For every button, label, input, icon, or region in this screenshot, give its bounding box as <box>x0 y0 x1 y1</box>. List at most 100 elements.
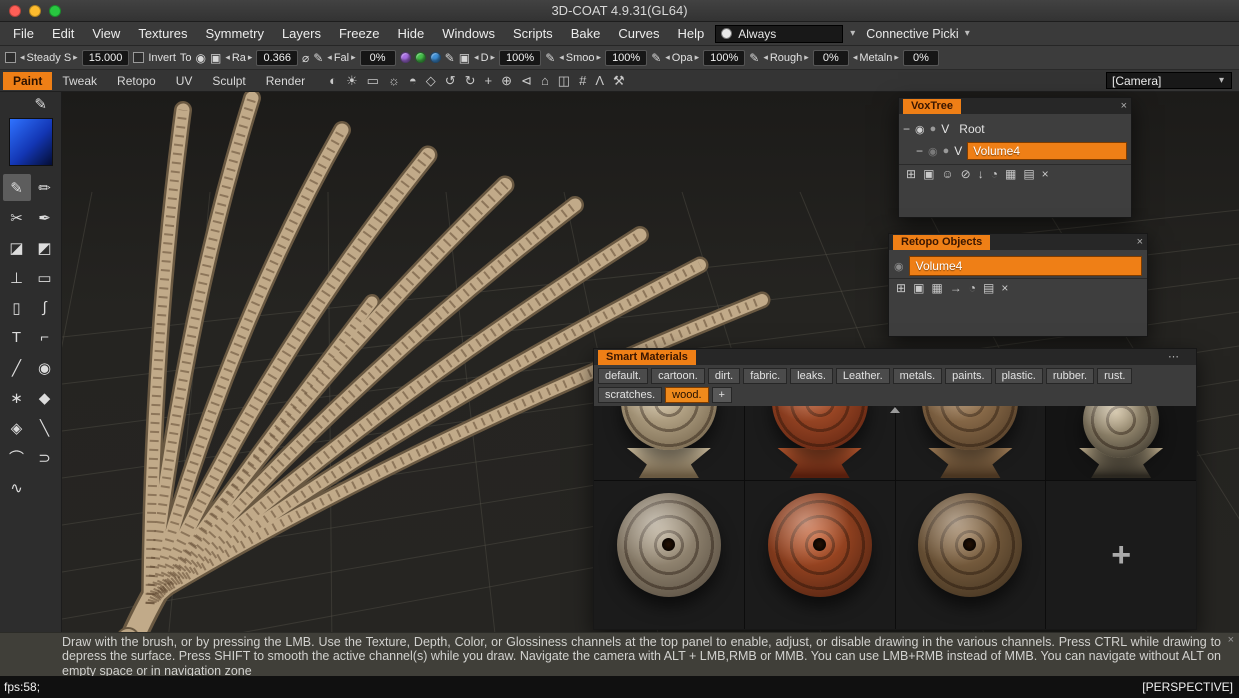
export-icon[interactable]: ▤ <box>1023 168 1034 180</box>
menu-edit[interactable]: Edit <box>43 26 83 41</box>
mask-tool[interactable]: ✂ <box>3 204 31 231</box>
shader-ball-icon[interactable]: ● <box>943 145 950 157</box>
rotate-cw-icon[interactable]: ↻ <box>465 74 476 87</box>
zoom-window-button[interactable] <box>49 5 61 17</box>
visibility-icon[interactable]: ◉ <box>928 145 938 158</box>
menu-scripts[interactable]: Scripts <box>504 26 562 41</box>
stepper-right-arrow[interactable]: ▸ <box>73 52 78 63</box>
add-material-tab-button[interactable]: + <box>712 387 732 403</box>
material-swatch-wood-mahogany[interactable] <box>745 406 895 480</box>
material-tab-dirt[interactable]: dirt. <box>708 368 740 384</box>
scroll-up-icon[interactable] <box>890 407 900 413</box>
material-tab-plastic[interactable]: plastic. <box>995 368 1043 384</box>
radius-value[interactable]: 0.366 <box>256 50 298 66</box>
ortho-icon[interactable]: ◇ <box>426 74 436 87</box>
add-material-cell[interactable]: + <box>1046 481 1196 629</box>
pen-tool[interactable]: ✒ <box>31 204 59 231</box>
lock-icon[interactable]: ▣ <box>210 52 221 64</box>
measure-tool[interactable]: ∿ <box>3 474 31 501</box>
purple-ball-icon[interactable] <box>400 52 411 63</box>
grid-icon[interactable]: ▦ <box>931 282 942 294</box>
opacity-pencil-icon[interactable]: ✎ <box>651 52 661 64</box>
stepper-left-arrow[interactable]: ◂ <box>763 52 768 63</box>
always-dropdown-arrow[interactable]: ▾ <box>848 28 857 39</box>
material-tab-fabric[interactable]: fabric. <box>743 368 787 384</box>
material-tab-metals[interactable]: metals. <box>893 368 942 384</box>
roughness-stepper[interactable]: ◂Rough▸ <box>763 52 808 64</box>
color-swatch[interactable] <box>9 118 53 166</box>
delete-icon[interactable]: × <box>1001 282 1008 294</box>
eye-tool[interactable]: ◉ <box>31 354 59 381</box>
tools-icon[interactable]: ⚒ <box>613 74 625 87</box>
smoothing-value[interactable]: 100% <box>605 50 647 66</box>
stepper-left-arrow[interactable]: ◂ <box>665 52 670 63</box>
steady-stroke-stepper[interactable]: ◂Steady S▸ <box>20 52 78 64</box>
menu-bake[interactable]: Bake <box>562 26 610 41</box>
image-tool[interactable]: ▯ <box>3 294 31 321</box>
rect-select-tool[interactable]: ▭ <box>31 264 59 291</box>
material-swatch-wood-turned-gray[interactable] <box>594 481 744 629</box>
material-tab-paints[interactable]: paints. <box>945 368 991 384</box>
menu-hide[interactable]: Hide <box>388 26 433 41</box>
depth-lock-icon[interactable]: ▣ <box>459 52 470 64</box>
material-tab-rust[interactable]: rust. <box>1097 368 1132 384</box>
material-tab-cartoon[interactable]: cartoon. <box>651 368 705 384</box>
pattern-tool[interactable]: ∗ <box>3 384 31 411</box>
menu-textures[interactable]: Textures <box>129 26 196 41</box>
room-tab-render[interactable]: Render <box>256 72 315 90</box>
shader-ball-icon[interactable]: ● <box>930 123 937 135</box>
stepper-right-arrow[interactable]: ▸ <box>695 52 700 63</box>
visibility-icon[interactable]: ◉ <box>894 260 904 273</box>
stepper-right-arrow[interactable]: ▸ <box>894 52 899 63</box>
ghost-icon[interactable]: ⊘ <box>961 168 971 180</box>
materials-titlebar[interactable]: Smart Materials ⋯ <box>594 349 1196 365</box>
retopo-titlebar[interactable]: Retopo Objects × <box>889 234 1147 250</box>
radius-stepper[interactable]: ◂Ra▸ <box>225 52 252 64</box>
material-swatch-wood-pale[interactable] <box>1046 406 1196 480</box>
green-ball-icon[interactable] <box>415 52 426 63</box>
camera-dropdown[interactable]: [Camera] ▾ <box>1106 72 1232 89</box>
shadow-icon[interactable]: ◓ <box>409 74 417 87</box>
airbrush-tool[interactable]: ✏ <box>31 174 59 201</box>
room-tab-tweak[interactable]: Tweak <box>52 72 107 90</box>
brush-alpha-checkbox[interactable] <box>5 52 16 63</box>
spline-tool[interactable]: ∫ <box>31 294 59 321</box>
smile-icon[interactable]: ☺ <box>941 168 953 180</box>
smart-materials-tab[interactable]: Smart Materials <box>598 350 696 365</box>
stepper-right-arrow[interactable]: ▸ <box>804 52 809 63</box>
duplicate-icon[interactable]: ▣ <box>923 168 934 180</box>
material-tab-rubber[interactable]: rubber. <box>1046 368 1094 384</box>
material-swatch-wood-turned-brown[interactable] <box>896 481 1046 629</box>
collapse-icon[interactable]: − <box>903 122 910 136</box>
menu-symmetry[interactable]: Symmetry <box>196 26 273 41</box>
roughness-pencil-icon[interactable]: ✎ <box>749 52 759 64</box>
titlebar[interactable]: 3D-COAT 4.9.31(GL64) <box>0 0 1239 22</box>
falloff-pencil-icon[interactable]: ✎ <box>313 52 323 64</box>
checkbox-box[interactable] <box>133 52 144 63</box>
export-icon[interactable]: ▤ <box>983 282 994 294</box>
eraser-tool[interactable]: ◪ <box>3 234 31 261</box>
visibility-icon[interactable]: ◉ <box>915 123 925 136</box>
stepper-left-arrow[interactable]: ◂ <box>20 52 25 63</box>
voxtree-item-label-selected[interactable]: Volume4 <box>967 142 1127 160</box>
metalness-stepper[interactable]: ◂Metaln▸ <box>853 52 899 64</box>
material-swatch-wood-brown[interactable] <box>896 406 1046 480</box>
material-tab-default[interactable]: default. <box>598 368 648 384</box>
contrast-icon[interactable]: ◐ <box>329 74 337 87</box>
panel-menu-icon[interactable]: ⋯ <box>1168 349 1180 365</box>
menu-curves[interactable]: Curves <box>609 26 668 41</box>
smoothing-pencil-icon[interactable]: ✎ <box>545 52 555 64</box>
voxtree-titlebar[interactable]: VoxTree × <box>899 98 1131 114</box>
room-tab-sculpt[interactable]: Sculpt <box>202 72 255 90</box>
close-icon[interactable]: × <box>1137 234 1143 250</box>
stepper-right-arrow[interactable]: ▸ <box>351 52 356 63</box>
stepper-left-arrow[interactable]: ◂ <box>327 52 332 63</box>
pencil-tool[interactable]: ╲ <box>31 414 59 441</box>
material-tab-Leather[interactable]: Leather. <box>836 368 890 384</box>
zoom-icon[interactable]: ⊕ <box>501 74 512 87</box>
menu-view[interactable]: View <box>83 26 129 41</box>
voxtree-tab[interactable]: VoxTree <box>903 99 961 114</box>
retopo-item-label-selected[interactable]: Volume4 <box>909 256 1142 276</box>
rotate-ccw-icon[interactable]: ↺ <box>445 74 456 87</box>
menu-windows[interactable]: Windows <box>433 26 504 41</box>
